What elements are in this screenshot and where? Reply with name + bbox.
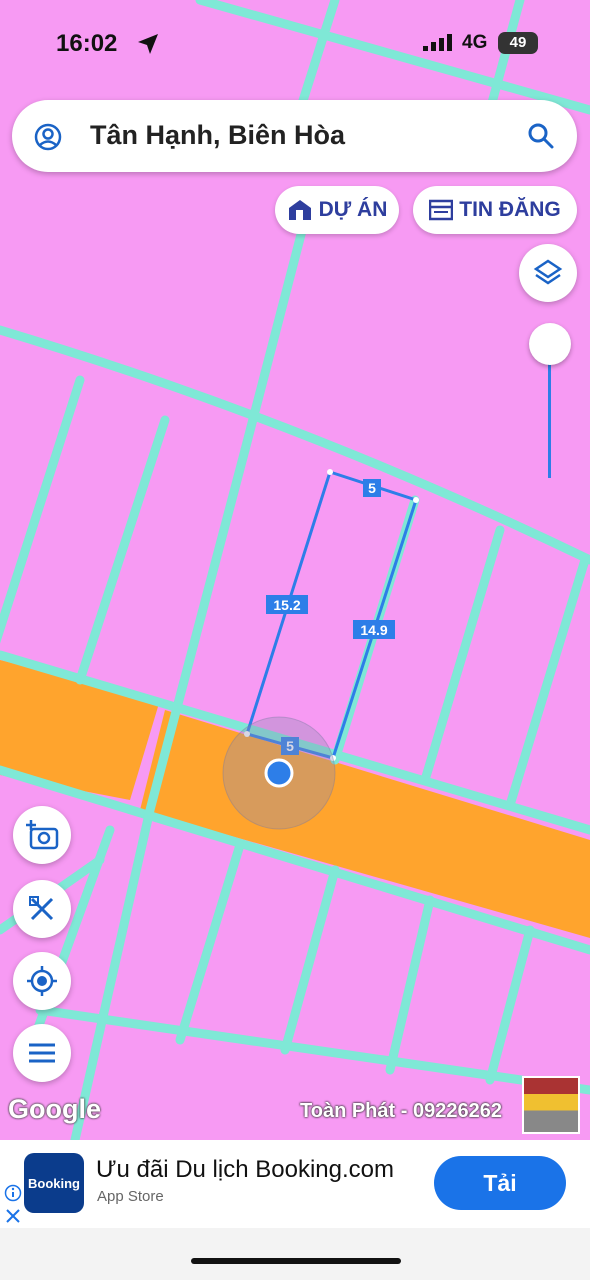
my-location-button[interactable]	[13, 952, 71, 1010]
home-indicator[interactable]	[191, 1258, 401, 1264]
watermark-text: Toàn Phát - 09226262	[300, 1100, 502, 1122]
location-dot	[264, 758, 294, 788]
search-bar[interactable]: Tân Hạnh, Biên Hòa	[12, 100, 577, 172]
plot-label-left: 15.2	[266, 595, 308, 614]
booking-logo[interactable]: Booking	[24, 1153, 84, 1213]
layers-button[interactable]	[519, 244, 577, 302]
plot-label-right: 14.9	[353, 620, 395, 639]
my-location-icon	[27, 966, 57, 996]
menu-icon	[29, 1043, 55, 1063]
google-attribution: Google	[8, 1094, 101, 1124]
plot-label-top-text: 5	[368, 480, 376, 496]
measure-icon	[29, 896, 54, 921]
ad-subtitle: App Store	[97, 1188, 164, 1205]
plot-label-left-text: 15.2	[273, 597, 300, 613]
plot-label-right-text: 14.9	[360, 622, 387, 638]
listing-icon	[429, 199, 454, 221]
road-main	[140, 710, 590, 938]
add-photo-icon	[26, 820, 59, 850]
install-button[interactable]: Tải	[434, 1156, 566, 1210]
projects-label: DỰ ÁN	[318, 198, 388, 221]
add-photo-button[interactable]	[13, 806, 71, 864]
user-circle-icon[interactable]	[34, 123, 62, 151]
battery-level: 49	[498, 32, 538, 54]
measure-button[interactable]	[13, 880, 71, 938]
listings-label: TIN ĐĂNG	[459, 198, 561, 221]
status-bar: 16:02 4G 49	[0, 28, 590, 64]
ad-banner[interactable]: Booking Ưu đãi Du lịch Booking.com App S…	[0, 1140, 590, 1228]
info-icon[interactable]	[4, 1184, 22, 1202]
search-query[interactable]: Tân Hạnh, Biên Hòa	[90, 120, 345, 151]
plot-label-top: 5	[363, 479, 381, 497]
listings-chip[interactable]: TIN ĐĂNG	[413, 186, 577, 234]
signal-icon	[423, 34, 452, 51]
zoom-slider-knob[interactable]	[529, 323, 571, 365]
search-icon[interactable]	[527, 122, 555, 150]
network-type: 4G	[462, 32, 488, 53]
ad-title[interactable]: Ưu đãi Du lịch Booking.com	[96, 1156, 394, 1184]
status-time: 16:02	[56, 30, 118, 57]
plot-outline	[245, 470, 418, 760]
house-icon	[288, 200, 311, 220]
location-arrow-icon	[138, 34, 158, 54]
layers-icon	[533, 259, 563, 285]
watermark-logo-image[interactable]	[522, 1076, 580, 1134]
close-icon[interactable]	[5, 1208, 21, 1224]
projects-chip[interactable]: DỰ ÁN	[275, 186, 399, 234]
menu-button[interactable]	[13, 1024, 71, 1082]
